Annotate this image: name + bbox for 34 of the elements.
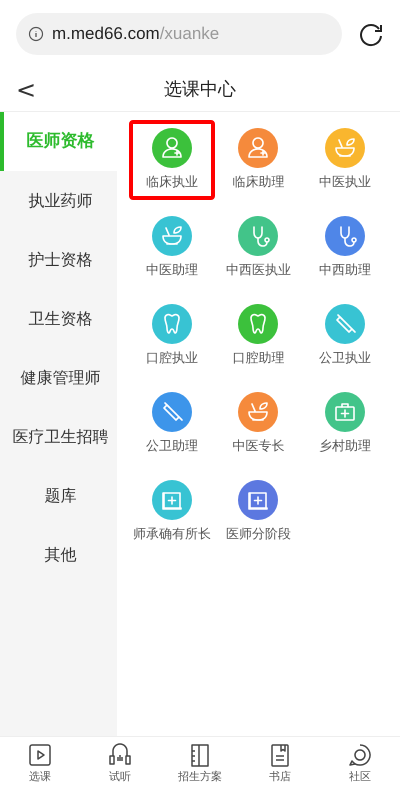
course-item[interactable]: 公卫助理 — [129, 384, 216, 464]
category-tab[interactable]: 医疗卫生招聘 — [0, 407, 117, 466]
info-icon — [28, 26, 44, 42]
nav-tab[interactable]: 招生方案 — [164, 743, 236, 786]
course-item[interactable]: 中西医执业 — [215, 208, 302, 288]
category-tab[interactable]: 执业药师 — [0, 171, 117, 230]
nav-tab[interactable]: 书店 — [244, 743, 316, 786]
course-item[interactable]: 口腔助理 — [215, 296, 302, 376]
back-button[interactable]: < — [12, 72, 40, 108]
url-text: m.med66.com/xuanke — [52, 23, 220, 46]
category-tab[interactable]: 其他 — [0, 525, 117, 584]
headphones-icon — [108, 743, 132, 768]
course-item[interactable]: 口腔执业 — [129, 296, 216, 376]
course-item[interactable]: 中医专长 — [215, 384, 302, 464]
page-title: 选课中心 — [164, 78, 236, 102]
nav-tab[interactable]: 选课 — [4, 743, 76, 786]
course-item[interactable]: 中西助理 — [302, 208, 388, 288]
course-item[interactable]: 中医执业 — [302, 120, 388, 200]
course-item[interactable]: 中医助理 — [129, 208, 216, 288]
course-item[interactable]: 临床执业 — [129, 120, 216, 200]
course-item[interactable]: 公卫执业 — [302, 296, 388, 376]
reload-icon[interactable] — [358, 21, 384, 47]
course-item[interactable]: 师承确有所长 — [129, 472, 216, 552]
course-item[interactable]: 乡村助理 — [302, 384, 388, 464]
course-item[interactable]: 医师分阶段 — [215, 472, 302, 552]
category-tab[interactable]: 健康管理师 — [0, 348, 117, 407]
category-tab[interactable]: 护士资格 — [0, 230, 117, 289]
address-bar[interactable]: m.med66.com/xuanke — [16, 13, 342, 55]
nav-tab[interactable]: 社区 — [324, 743, 396, 786]
category-tab[interactable]: 题库 — [0, 466, 117, 525]
play-icon — [28, 743, 52, 768]
nav-tab[interactable]: 试听 — [84, 743, 156, 786]
category-tab[interactable]: 卫生资格 — [0, 289, 117, 348]
course-item[interactable]: 临床助理 — [215, 120, 302, 200]
